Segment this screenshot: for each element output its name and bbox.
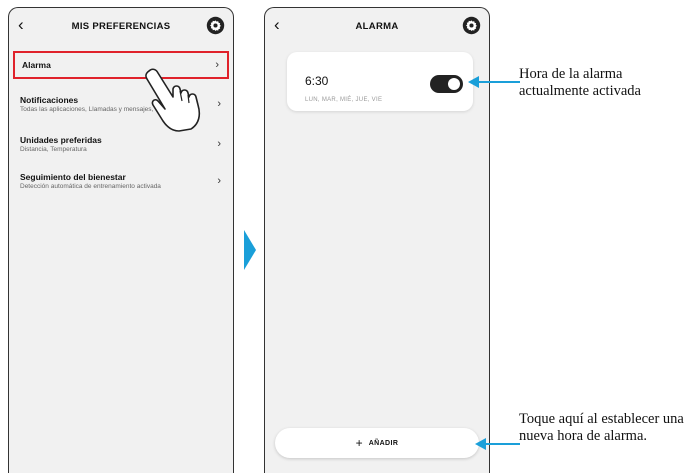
menu-item-label: Seguimiento del bienestar <box>20 171 126 182</box>
menu-item-subtitle: Detección automática de entrenamiento ac… <box>20 182 161 190</box>
chevron-right-icon: › <box>217 175 221 187</box>
pointing-hand-icon <box>145 68 201 132</box>
gear-icon[interactable] <box>206 16 225 35</box>
chevron-left-icon[interactable]: ‹ <box>18 16 34 34</box>
page-title: MIS PREFERENCIAS <box>71 20 171 32</box>
chevron-right-icon: › <box>217 98 221 110</box>
alarm-screen: ‹ ALARMA 6:30 LUN, MAR, MIÉ, JUE, VIE + … <box>264 7 490 473</box>
chevron-right-icon: › <box>215 59 219 71</box>
alarm-days: LUN, MAR, MIÉ, JUE, VIE <box>305 97 383 103</box>
menu-item-units[interactable]: Unidades preferidas Distancia, Temperatu… <box>13 131 229 157</box>
page-title: ALARMA <box>355 20 399 32</box>
add-alarm-button[interactable]: + AÑADIR <box>275 428 479 458</box>
callout-arrow-add-alarm <box>475 438 520 450</box>
next-step-arrow-icon <box>244 230 256 270</box>
menu-item-label: Unidades preferidas <box>20 134 102 145</box>
chevron-left-icon[interactable]: ‹ <box>274 16 290 34</box>
chevron-right-icon: › <box>217 138 221 150</box>
toggle-knob <box>448 78 460 90</box>
gear-icon[interactable] <box>462 16 481 35</box>
menu-item-subtitle: Distancia, Temperatura <box>20 145 87 153</box>
plus-icon: + <box>355 436 363 450</box>
alarm-toggle[interactable] <box>430 75 463 93</box>
alarm-card[interactable]: 6:30 LUN, MAR, MIÉ, JUE, VIE <box>287 52 473 111</box>
alarm-header: ‹ ALARMA <box>265 8 489 44</box>
callout-add-alarm: Toque aquí al establecer una nueva hora … <box>519 411 684 444</box>
callout-alarm-time: Hora de la alarma actualmente activada <box>519 66 641 99</box>
menu-item-wellness[interactable]: Seguimiento del bienestar Detección auto… <box>13 168 229 194</box>
preferences-header: ‹ MIS PREFERENCIAS <box>9 8 233 44</box>
callout-arrow-alarm-time <box>468 76 520 88</box>
add-button-label: AÑADIR <box>368 439 399 447</box>
alarm-time: 6:30 <box>305 74 329 88</box>
